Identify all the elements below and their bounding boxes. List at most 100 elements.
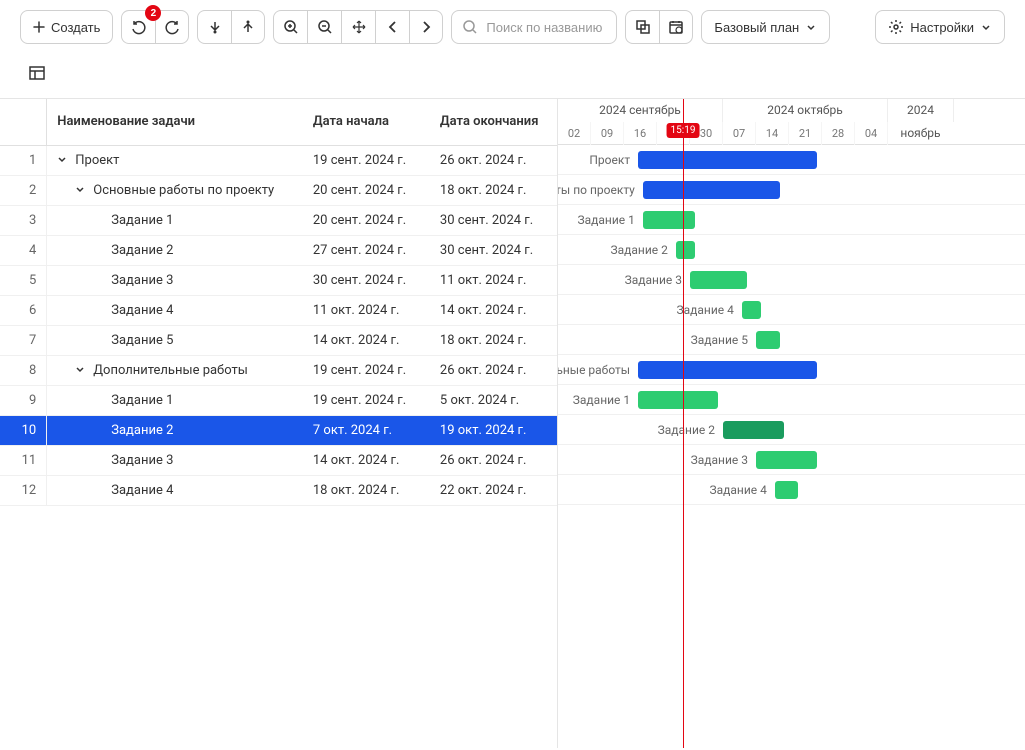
calendar-button[interactable] <box>659 10 693 44</box>
plus-icon <box>33 21 45 33</box>
gantt-bar[interactable]: Задание 1 <box>638 391 718 409</box>
end-date-cell[interactable]: 26 окт. 2024 г. <box>430 445 557 475</box>
end-date-cell[interactable]: 5 окт. 2024 г. <box>430 385 557 415</box>
gantt-bar[interactable]: Проект <box>638 151 817 169</box>
start-date-cell[interactable]: 11 окт. 2024 г. <box>303 295 430 325</box>
end-date-cell[interactable]: 19 окт. 2024 г. <box>430 415 557 445</box>
end-date-cell[interactable]: 18 окт. 2024 г. <box>430 175 557 205</box>
start-date-cell[interactable]: 19 сент. 2024 г. <box>303 385 430 415</box>
chevron-down-icon <box>980 21 992 33</box>
gantt-row: Задание 4 <box>558 475 1025 505</box>
end-date-cell[interactable]: 26 окт. 2024 г. <box>430 355 557 385</box>
search-input[interactable] <box>486 20 606 35</box>
task-name-cell[interactable]: Задание 1 <box>47 205 303 235</box>
chevron-down-icon[interactable] <box>75 364 89 374</box>
col-name-header[interactable]: Наименование задачи <box>47 99 303 145</box>
bar-label: Задание 1 <box>573 393 630 407</box>
gantt-row: Задание 3 <box>558 445 1025 475</box>
gantt-bar[interactable]: Задание 2 <box>723 421 784 439</box>
task-name-cell[interactable]: Задание 3 <box>47 445 303 475</box>
end-date-cell[interactable]: 30 сент. 2024 г. <box>430 235 557 265</box>
move-button[interactable] <box>341 10 375 44</box>
col-start-header[interactable]: Дата начала <box>303 99 430 145</box>
end-date-cell[interactable]: 26 окт. 2024 г. <box>430 145 557 175</box>
table-row[interactable]: 2Основные работы по проекту20 сент. 2024… <box>0 175 557 205</box>
task-name-cell[interactable]: Задание 2 <box>47 235 303 265</box>
month-label: 2024 октябрь <box>723 99 888 122</box>
task-name-cell[interactable]: Основные работы по проекту <box>47 175 303 205</box>
end-date-cell[interactable]: 18 окт. 2024 г. <box>430 325 557 355</box>
col-end-header[interactable]: Дата окончания <box>430 99 557 145</box>
day-label: 28 <box>822 122 855 145</box>
table-row[interactable]: 12Задание 418 окт. 2024 г.22 окт. 2024 г… <box>0 475 557 505</box>
outdent-button[interactable] <box>197 10 231 44</box>
layout-button[interactable] <box>20 56 54 90</box>
end-date-cell[interactable]: 11 окт. 2024 г. <box>430 265 557 295</box>
gantt-bar[interactable]: Задание 3 <box>756 451 817 469</box>
undo-button[interactable]: 2 <box>121 10 155 44</box>
gantt-bar[interactable]: Задание 5 <box>756 331 780 349</box>
end-date-cell[interactable]: 30 сент. 2024 г. <box>430 205 557 235</box>
search-icon <box>462 19 478 35</box>
task-name-cell[interactable]: Дополнительные работы <box>47 355 303 385</box>
gantt-bar[interactable]: работы по проекту <box>643 181 780 199</box>
gantt-bar[interactable]: Задание 4 <box>775 481 799 499</box>
start-date-cell[interactable]: 20 сент. 2024 г. <box>303 205 430 235</box>
table-row[interactable]: 9Задание 119 сент. 2024 г.5 окт. 2024 г. <box>0 385 557 415</box>
table-row[interactable]: 1Проект19 сент. 2024 г.26 окт. 2024 г. <box>0 145 557 175</box>
table-row[interactable]: 5Задание 330 сент. 2024 г.11 окт. 2024 г… <box>0 265 557 295</box>
settings-button[interactable]: Настройки <box>875 10 1005 44</box>
zoom-in-button[interactable] <box>273 10 307 44</box>
gantt-bar[interactable]: ительные работы <box>638 361 817 379</box>
prev-button[interactable] <box>375 10 409 44</box>
table-row[interactable]: 6Задание 411 окт. 2024 г.14 окт. 2024 г. <box>0 295 557 325</box>
table-row[interactable]: 4Задание 227 сент. 2024 г.30 сент. 2024 … <box>0 235 557 265</box>
timeline-header: 2024 сентябрь2024 октябрь2024 ноябрь 020… <box>558 99 1025 145</box>
create-button[interactable]: Создать <box>20 10 113 44</box>
row-number: 8 <box>0 355 47 385</box>
start-date-cell[interactable]: 20 сент. 2024 г. <box>303 175 430 205</box>
create-label: Создать <box>51 20 100 35</box>
task-name-cell[interactable]: Задание 5 <box>47 325 303 355</box>
gantt-bar[interactable]: Задание 2 <box>676 241 695 259</box>
start-date-cell[interactable]: 7 окт. 2024 г. <box>303 415 430 445</box>
task-name-cell[interactable]: Задание 4 <box>47 475 303 505</box>
row-number: 2 <box>0 175 47 205</box>
chevron-down-icon[interactable] <box>57 154 71 164</box>
end-date-cell[interactable]: 22 окт. 2024 г. <box>430 475 557 505</box>
chevron-down-icon <box>805 21 817 33</box>
table-row[interactable]: 8Дополнительные работы19 сент. 2024 г.26… <box>0 355 557 385</box>
start-date-cell[interactable]: 27 сент. 2024 г. <box>303 235 430 265</box>
gantt-bar[interactable]: Задание 1 <box>643 211 695 229</box>
month-label: 2024 ноябрь <box>888 99 954 122</box>
table-row[interactable]: 11Задание 314 окт. 2024 г.26 окт. 2024 г… <box>0 445 557 475</box>
zoom-out-button[interactable] <box>307 10 341 44</box>
gantt-bar[interactable]: Задание 4 <box>742 301 761 319</box>
table-pane: Наименование задачи Дата начала Дата око… <box>0 99 558 748</box>
task-name-cell[interactable]: Задание 1 <box>47 385 303 415</box>
indent-button[interactable] <box>231 10 265 44</box>
task-name-cell[interactable]: Задание 4 <box>47 295 303 325</box>
gantt-bar[interactable]: Задание 3 <box>690 271 747 289</box>
chevron-down-icon[interactable] <box>75 184 89 194</box>
table-row[interactable]: 7Задание 514 окт. 2024 г.18 окт. 2024 г. <box>0 325 557 355</box>
day-label: 07 <box>723 122 756 145</box>
start-date-cell[interactable]: 18 окт. 2024 г. <box>303 475 430 505</box>
start-date-cell[interactable]: 14 окт. 2024 г. <box>303 445 430 475</box>
start-date-cell[interactable]: 30 сент. 2024 г. <box>303 265 430 295</box>
start-date-cell[interactable]: 14 окт. 2024 г. <box>303 325 430 355</box>
baseline-button[interactable]: Базовый план <box>701 10 830 44</box>
start-date-cell[interactable]: 19 сент. 2024 г. <box>303 145 430 175</box>
table-row[interactable]: 3Задание 120 сент. 2024 г.30 сент. 2024 … <box>0 205 557 235</box>
task-name-cell[interactable]: Задание 2 <box>47 415 303 445</box>
bar-label: ительные работы <box>558 363 630 377</box>
gantt-row: Задание 3 <box>558 265 1025 295</box>
next-button[interactable] <box>409 10 443 44</box>
table-row[interactable]: 10Задание 27 окт. 2024 г.19 окт. 2024 г. <box>0 415 557 445</box>
task-name-cell[interactable]: Проект <box>47 145 303 175</box>
task-name-cell[interactable]: Задание 3 <box>47 265 303 295</box>
search-wrap <box>451 10 617 44</box>
end-date-cell[interactable]: 14 окт. 2024 г. <box>430 295 557 325</box>
fullscreen-button[interactable] <box>625 10 659 44</box>
start-date-cell[interactable]: 19 сент. 2024 г. <box>303 355 430 385</box>
